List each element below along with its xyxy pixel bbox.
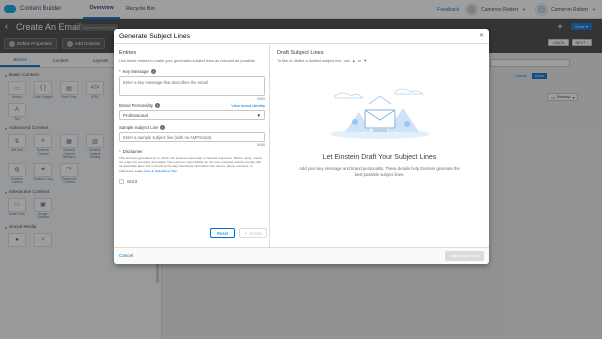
info-icon[interactable]: i bbox=[150, 69, 156, 75]
modal-footer: Cancel Add Subject Line bbox=[114, 247, 489, 264]
brand-personality-group: Brand Personality i View brand identity … bbox=[119, 103, 265, 121]
create-label: Create bbox=[249, 230, 263, 236]
disclaimer-label-text: Disclaimer bbox=[122, 149, 143, 155]
empty-state-description: Add your key message and brand personali… bbox=[299, 166, 460, 177]
key-message-field[interactable]: Enter a key message that describes the e… bbox=[119, 76, 265, 97]
key-message-label-text: Key Message bbox=[122, 69, 149, 75]
entry-actions: Reset ✦ Create bbox=[210, 228, 268, 238]
got-it-row: Got it bbox=[119, 178, 264, 184]
disclaimer-group: * Disclaimer This text was generated by … bbox=[119, 149, 264, 184]
empty-state-illustration bbox=[330, 88, 430, 139]
entries-description: Use these entries to make your generated… bbox=[119, 58, 256, 63]
draft-subtext-text: To like or dislike a drafted subject lin… bbox=[277, 58, 350, 63]
disclaimer-text: This text was generated by AI, which can… bbox=[119, 156, 265, 173]
key-message-group: * Key Message i Enter a key message that… bbox=[119, 69, 265, 102]
info-icon[interactable]: i bbox=[154, 103, 160, 109]
got-it-label: Got it bbox=[127, 178, 138, 184]
brand-personality-label-text: Brand Personality bbox=[119, 103, 153, 109]
draft-heading: Draft Subject Lines bbox=[277, 50, 324, 56]
key-message-label: * Key Message i bbox=[119, 69, 264, 75]
learn-more-link[interactable]: Learn more in Salesforce Help. bbox=[135, 169, 178, 173]
required-marker: * bbox=[119, 149, 121, 155]
reset-button[interactable]: Reset bbox=[210, 228, 235, 238]
key-message-counter: 0/200 bbox=[257, 97, 265, 102]
view-brand-identity-link[interactable]: View brand identity bbox=[231, 103, 265, 108]
draft-subtext: To like or dislike a drafted subject lin… bbox=[277, 58, 482, 63]
entries-heading: Entries bbox=[119, 50, 137, 56]
sample-subject-label-text: Sample Subject Line bbox=[119, 125, 159, 131]
modal-title: Generate Subject Lines bbox=[119, 32, 191, 40]
info-icon[interactable]: i bbox=[160, 125, 166, 131]
sample-subject-counter: 0/150 bbox=[257, 143, 265, 148]
chevron-down-icon: ▼ bbox=[256, 112, 261, 118]
entries-column: Entries Use these entries to make your g… bbox=[114, 44, 270, 247]
brand-personality-value: Professional bbox=[123, 112, 148, 118]
generate-subject-lines-modal: Generate Subject Lines ✕ Entries Use the… bbox=[114, 29, 489, 264]
required-marker: * bbox=[119, 69, 121, 75]
thumbs-up-icon: ▲ bbox=[351, 58, 356, 63]
or-text: or bbox=[357, 58, 362, 63]
thumbs-down-icon: ▼ bbox=[363, 58, 368, 63]
sample-subject-group: Sample Subject Line i Enter a sample sub… bbox=[119, 125, 265, 148]
brand-personality-label: Brand Personality i bbox=[119, 103, 160, 109]
cancel-button[interactable]: Cancel bbox=[119, 253, 133, 258]
modal-header: Generate Subject Lines bbox=[114, 29, 489, 44]
draft-subject-lines-column: Draft Subject Lines To like or dislike a… bbox=[270, 44, 489, 247]
sample-subject-label: Sample Subject Line i bbox=[119, 125, 264, 131]
got-it-checkbox[interactable] bbox=[119, 178, 124, 184]
close-icon[interactable]: ✕ bbox=[479, 32, 484, 39]
empty-state-title: Let Einstein Draft Your Subject Lines bbox=[322, 154, 437, 161]
add-subject-line-button[interactable]: Add Subject Line bbox=[445, 251, 484, 261]
brand-personality-row: Brand Personality i View brand identity bbox=[119, 103, 265, 109]
brand-personality-select[interactable]: Professional ▼ bbox=[119, 110, 265, 121]
sample-subject-field[interactable]: Enter a sample subject line (with no AMP… bbox=[119, 132, 265, 143]
disclaimer-label: * Disclaimer bbox=[119, 149, 264, 154]
sparkle-icon: ✦ bbox=[243, 230, 248, 236]
create-button[interactable]: ✦ Create bbox=[238, 228, 268, 238]
